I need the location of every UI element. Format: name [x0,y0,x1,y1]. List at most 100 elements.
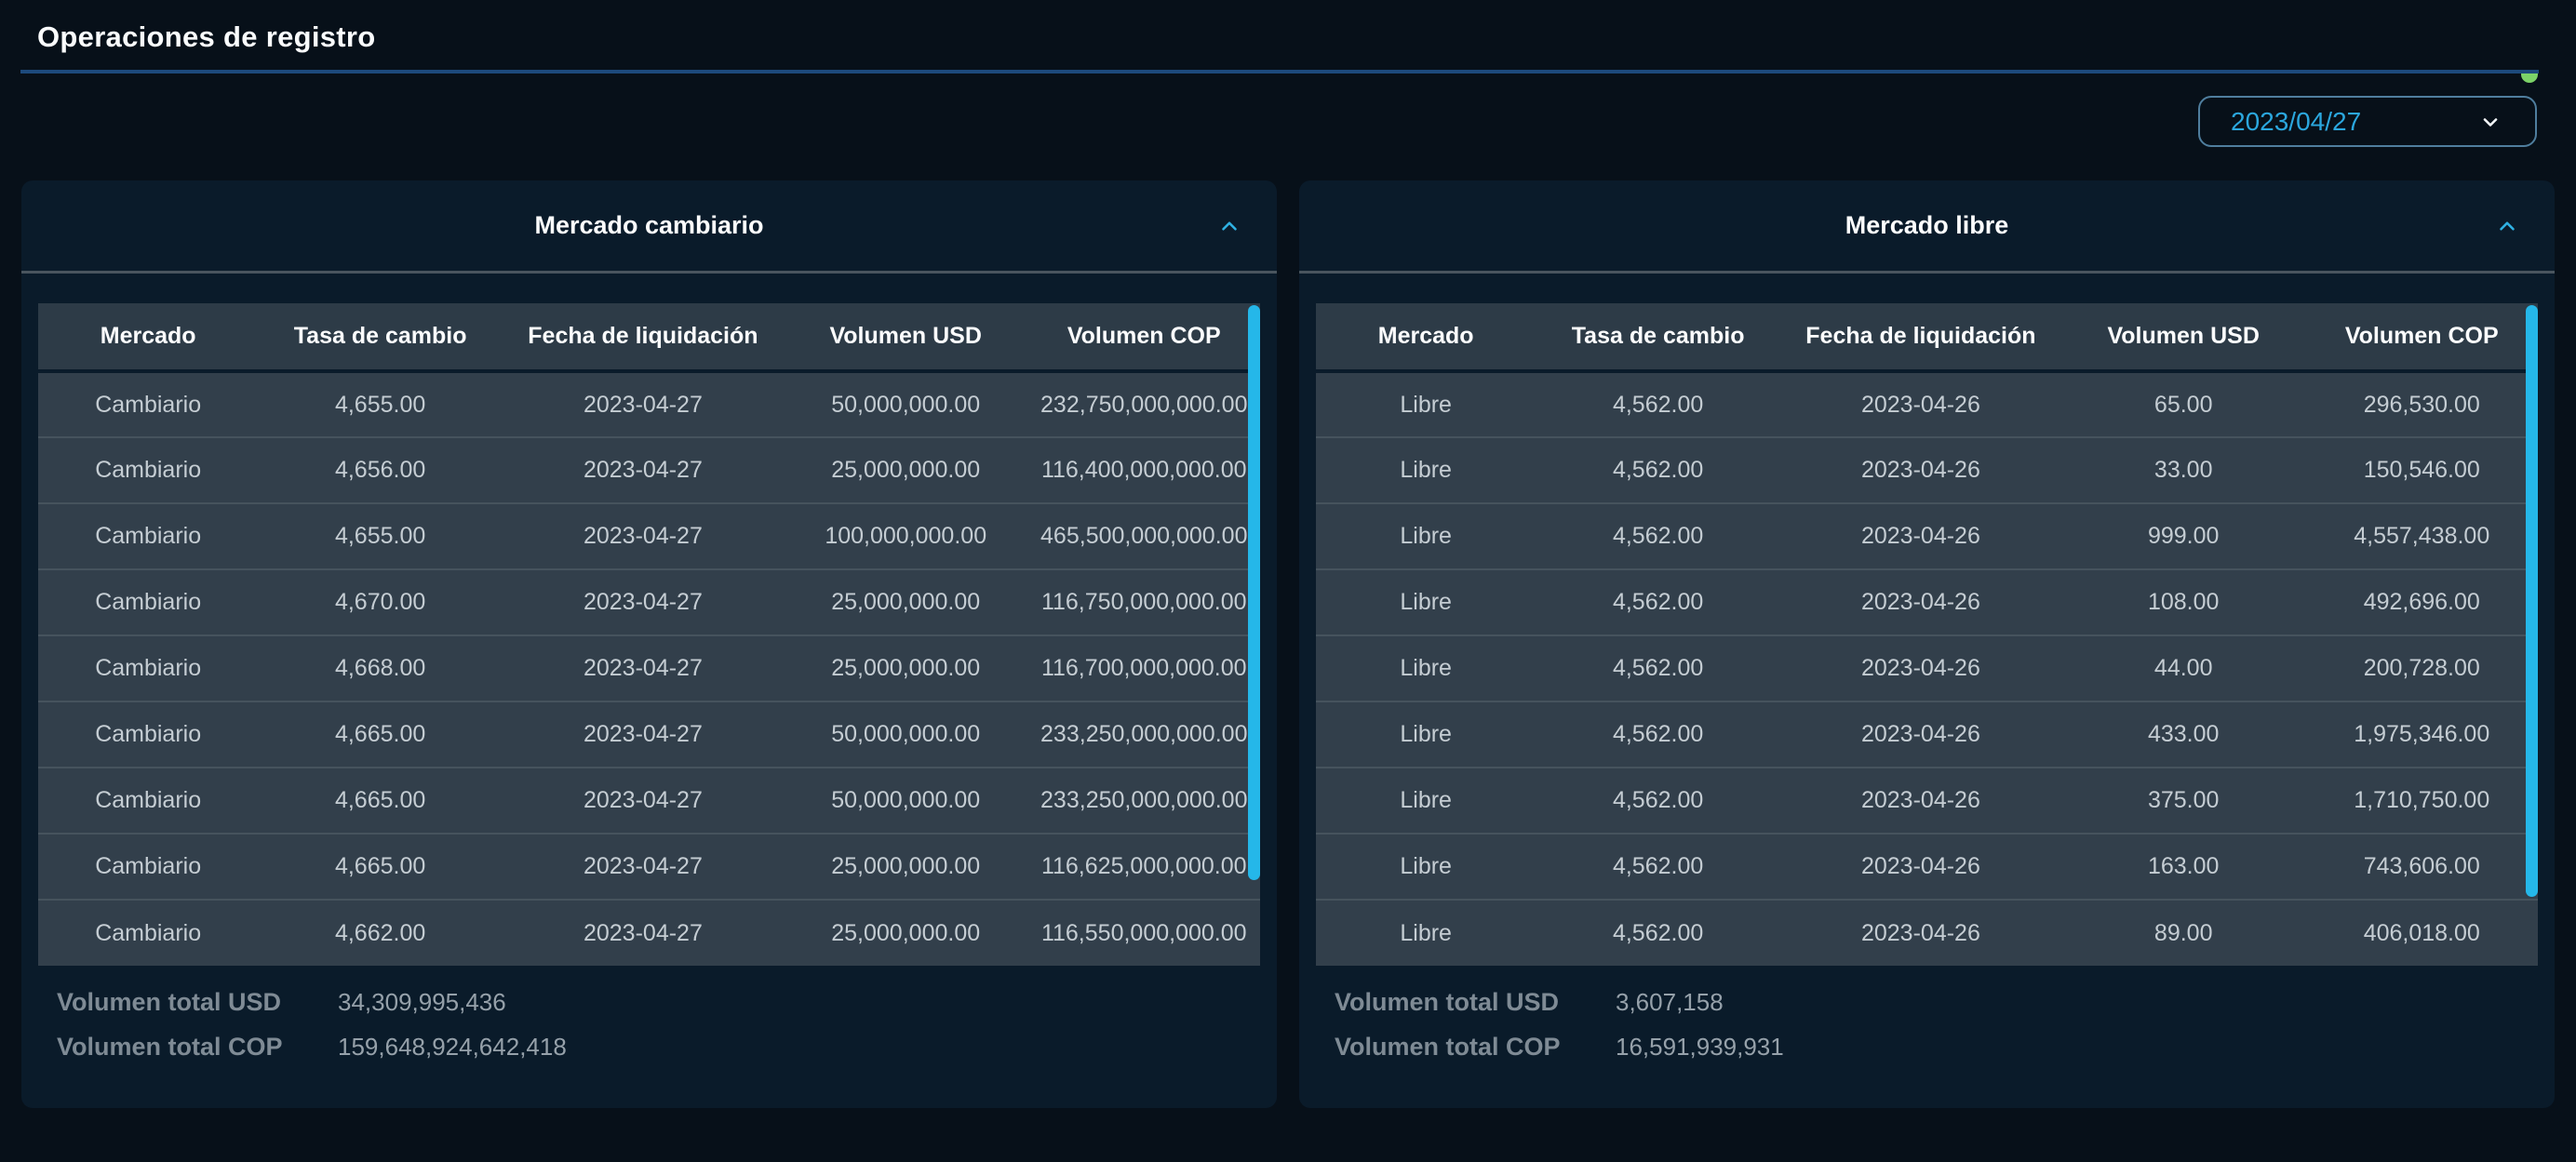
panel-header-mercado-cambiario[interactable]: Mercado cambiario [21,180,1277,271]
table-cell: 50,000,000.00 [784,701,1028,768]
table-cell: Libre [1316,569,1536,635]
table-scroll-area-libre[interactable]: MercadoTasa de cambioFecha de liquidació… [1316,303,2538,975]
operations-table-libre: MercadoTasa de cambioFecha de liquidació… [1316,303,2538,966]
table-cell: 116,400,000,000.00 [1028,437,1261,503]
date-selector[interactable]: 2023/04/27 [2198,96,2537,147]
table-cell: 233,250,000,000.00 [1028,701,1261,768]
chevron-up-icon[interactable] [1217,214,1241,243]
table-cell: 2023-04-27 [503,503,784,569]
table-cell: Cambiario [38,768,258,834]
table-cell: 50,000,000.00 [784,768,1028,834]
table-cell: 375.00 [2061,768,2306,834]
table-cell: 33.00 [2061,437,2306,503]
column-header: Volumen COP [1028,303,1261,371]
total-usd-value: 34,309,995,436 [338,988,506,1017]
operations-table-cambiario: MercadoTasa de cambioFecha de liquidació… [38,303,1260,966]
table-cell: Cambiario [38,371,258,437]
table-cell: Libre [1316,503,1536,569]
panel-header-divider [21,271,1277,274]
table-cell: 4,557,438.00 [2306,503,2539,569]
date-value: 2023/04/27 [2231,107,2361,137]
table-cell: 2023-04-27 [503,900,784,966]
total-usd-line: Volumen total USD 34,309,995,436 [57,988,1241,1017]
table-cell: 743,606.00 [2306,834,2539,900]
table-cell: 200,728.00 [2306,635,2539,701]
table-cell: 25,000,000.00 [784,834,1028,900]
column-header: Volumen USD [2061,303,2306,371]
table-cell: 4,655.00 [258,371,503,437]
column-header: Fecha de liquidación [503,303,784,371]
table-row: Libre4,562.002023-04-2665.00296,530.00 [1316,371,2538,437]
table-cell: 1,975,346.00 [2306,701,2539,768]
panel-title: Mercado cambiario [534,211,763,240]
total-usd-line: Volumen total USD 3,607,158 [1335,988,2519,1017]
column-header: Tasa de cambio [258,303,503,371]
table-cell: 4,562.00 [1536,437,1780,503]
table-cell: 25,000,000.00 [784,900,1028,966]
table-row: Cambiario4,655.002023-04-27100,000,000.0… [38,503,1260,569]
table-cell: 116,625,000,000.00 [1028,834,1261,900]
table-cell: 2023-04-27 [503,834,784,900]
table-cell: 2023-04-27 [503,371,784,437]
table-cell: 4,562.00 [1536,503,1780,569]
chevron-down-icon [2479,111,2502,133]
table-scroll-area-cambiario[interactable]: MercadoTasa de cambioFecha de liquidació… [38,303,1260,975]
total-cop-line: Volumen total COP 159,648,924,642,418 [57,1033,1241,1062]
page-title: Operaciones de registro [0,0,2576,54]
table-cell: 492,696.00 [2306,569,2539,635]
table-header-row: MercadoTasa de cambioFecha de liquidació… [1316,303,2538,371]
column-header: Volumen COP [2306,303,2539,371]
table-cell: 4,668.00 [258,635,503,701]
table-row: Libre4,562.002023-04-26375.001,710,750.0… [1316,768,2538,834]
table-cell: 2023-04-27 [503,701,784,768]
table-cell: 4,562.00 [1536,371,1780,437]
table-cell: 2023-04-26 [1780,768,2061,834]
table-cell: 4,562.00 [1536,834,1780,900]
table-cell: 108.00 [2061,569,2306,635]
table-cell: Libre [1316,834,1536,900]
table-row: Libre4,562.002023-04-2644.00200,728.00 [1316,635,2538,701]
total-cop-label: Volumen total COP [57,1033,338,1062]
table-cell: 465,500,000,000.00 [1028,503,1261,569]
table-cell: Cambiario [38,437,258,503]
section-divider [20,70,2539,73]
scrollbar-thumb[interactable] [1248,305,1260,880]
table-cell: 2023-04-26 [1780,900,2061,966]
table-cell: 163.00 [2061,834,2306,900]
table-row: Cambiario4,655.002023-04-2750,000,000.00… [38,371,1260,437]
table-cell: 2023-04-27 [503,437,784,503]
panel-header-mercado-libre[interactable]: Mercado libre [1299,180,2555,271]
table-cell: 116,550,000,000.00 [1028,900,1261,966]
table-cell: 406,018.00 [2306,900,2539,966]
chevron-up-icon[interactable] [2495,214,2519,243]
table-cell: 2023-04-27 [503,635,784,701]
table-cell: Libre [1316,371,1536,437]
table-cell: Cambiario [38,569,258,635]
table-cell: Libre [1316,701,1536,768]
table-cell: 433.00 [2061,701,2306,768]
column-header: Tasa de cambio [1536,303,1780,371]
panel-title: Mercado libre [1845,211,2009,240]
table-cell: 232,750,000,000.00 [1028,371,1261,437]
total-usd-label: Volumen total USD [1335,988,1616,1017]
column-header: Fecha de liquidación [1780,303,2061,371]
table-cell: 2023-04-26 [1780,437,2061,503]
table-cell: 100,000,000.00 [784,503,1028,569]
table-row: Libre4,562.002023-04-2689.00406,018.00 [1316,900,2538,966]
table-cell: 4,665.00 [258,834,503,900]
table-cell: 1,710,750.00 [2306,768,2539,834]
table-cell: 2023-04-27 [503,569,784,635]
table-cell: 4,562.00 [1536,569,1780,635]
table-cell: 116,700,000,000.00 [1028,635,1261,701]
total-cop-line: Volumen total COP 16,591,939,931 [1335,1033,2519,1062]
table-row: Libre4,562.002023-04-26433.001,975,346.0… [1316,701,2538,768]
table-row: Cambiario4,656.002023-04-2725,000,000.00… [38,437,1260,503]
totals-footer-libre: Volumen total USD 3,607,158 Volumen tota… [1316,975,2538,1062]
table-cell: 25,000,000.00 [784,569,1028,635]
panel-mercado-cambiario: Mercado cambiario MercadoTasa de cambioF… [21,180,1277,1108]
table-row: Libre4,562.002023-04-2633.00150,546.00 [1316,437,2538,503]
scrollbar-thumb[interactable] [2526,305,2538,897]
table-cell: 2023-04-26 [1780,569,2061,635]
table-cell: 50,000,000.00 [784,371,1028,437]
table-row: Cambiario4,665.002023-04-2725,000,000.00… [38,834,1260,900]
